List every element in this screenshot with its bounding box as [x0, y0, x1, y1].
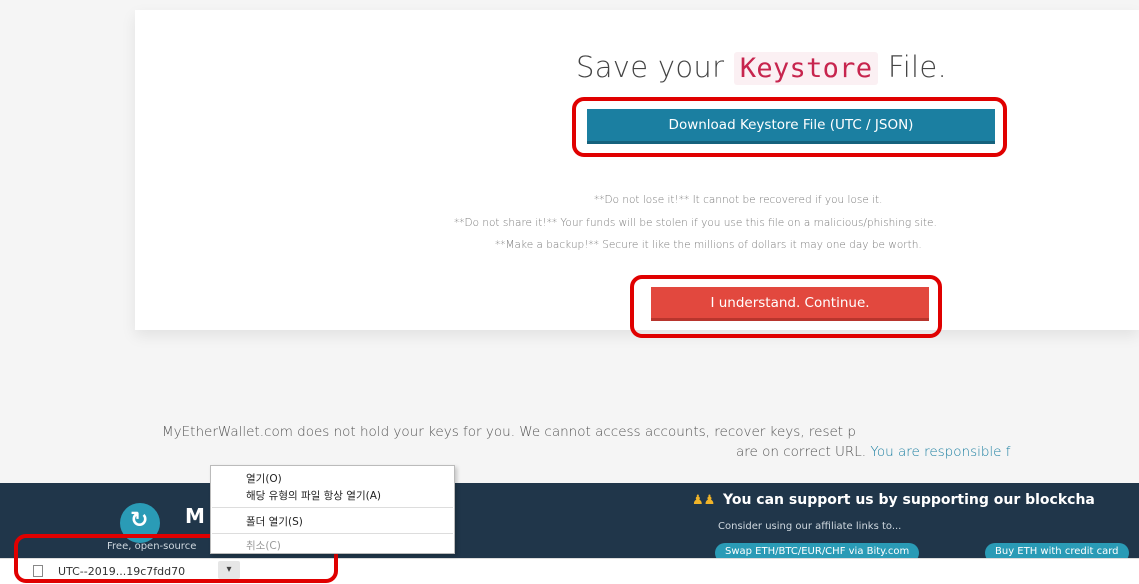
menu-item-cancel[interactable]: 취소(C)	[246, 538, 281, 553]
download-bar: UTC--2019...19c7fdd70 ▾	[0, 558, 1139, 584]
warning-lose: **Do not lose it!** It cannot be recover…	[594, 194, 883, 206]
disclaimer-line-1: MyEtherWallet.com does not hold your key…	[162, 424, 856, 440]
menu-item-open-folder[interactable]: 폴더 열기(S)	[246, 514, 303, 529]
file-icon	[33, 565, 43, 577]
logo-icon: ↻	[120, 503, 160, 543]
footer-brand: M	[185, 504, 205, 528]
menu-divider	[212, 533, 453, 534]
page-title: Save your Keystore File.	[576, 50, 948, 85]
context-menu: 열기(O) 해당 유형의 파일 항상 열기(A) 폴더 열기(S) 취소(C)	[210, 465, 455, 554]
menu-item-always-open[interactable]: 해당 유형의 파일 항상 열기(A)	[246, 488, 381, 503]
download-file-name[interactable]: UTC--2019...19c7fdd70	[58, 565, 185, 578]
title-suffix: File.	[887, 50, 948, 84]
title-code: Keystore	[733, 52, 879, 85]
menu-item-open[interactable]: 열기(O)	[246, 471, 282, 486]
warning-share: **Do not share it!** Your funds will be …	[454, 217, 937, 229]
disclaimer-line-2: are on correct URL. You are responsible …	[736, 444, 1011, 460]
affiliate-card-button[interactable]: Buy ETH with credit card	[985, 543, 1129, 558]
warning-backup: **Make a backup!** Secure it like the mi…	[495, 239, 922, 251]
chevron-down-icon[interactable]: ▾	[218, 561, 240, 579]
download-keystore-button[interactable]: Download Keystore File (UTC / JSON)	[587, 109, 995, 144]
support-title: You can support us by supporting our blo…	[723, 492, 1095, 508]
disclaimer-text: are on correct URL.	[736, 444, 867, 460]
footer-tagline: Free, open-source	[107, 541, 197, 552]
affiliate-bity-button[interactable]: Swap ETH/BTC/EUR/CHF via Bity.com	[715, 543, 920, 558]
support-subtitle: Consider using our affiliate links to...	[718, 521, 902, 532]
footer: ↻ M Free, open-source ♟♟ You can support…	[0, 483, 1139, 558]
responsible-link[interactable]: You are responsible f	[870, 444, 1010, 460]
continue-button[interactable]: I understand. Continue.	[651, 287, 929, 321]
title-prefix: Save your	[576, 50, 725, 84]
people-icon: ♟♟	[692, 493, 716, 508]
menu-divider	[212, 507, 453, 508]
